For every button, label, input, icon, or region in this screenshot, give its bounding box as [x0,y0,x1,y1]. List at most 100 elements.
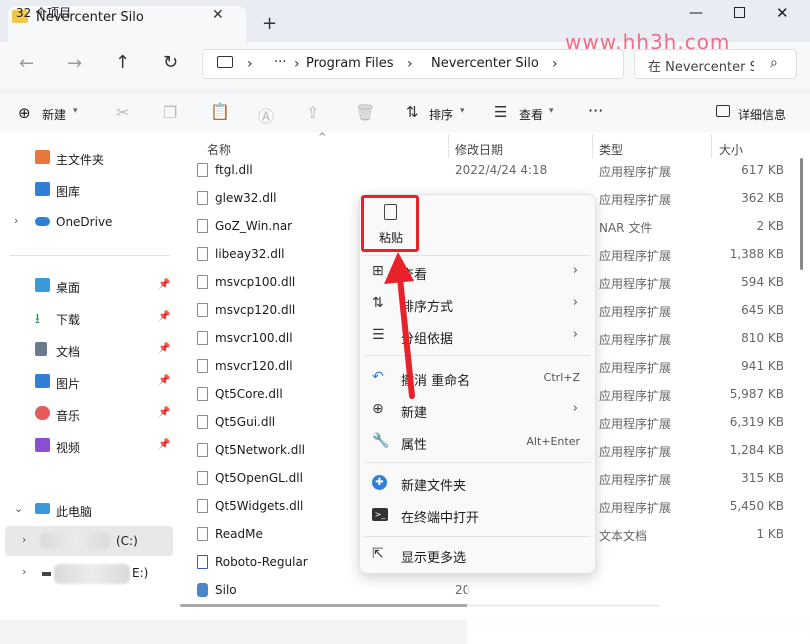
pin-icon[interactable]: 📌 [158,375,170,386]
menu-item-open-in-terminal[interactable]: >_ 在终端中打开 [364,500,590,530]
drive-icon [42,572,51,576]
sidebar-item-music[interactable]: 音乐 📌 [0,401,178,427]
chevron-down-icon[interactable]: ▾ [549,106,554,116]
chevron-down-icon[interactable]: ▾ [460,106,465,116]
sidebar-item-pictures[interactable]: 图片 📌 [0,369,178,395]
file-size: 5,450 KB [729,499,784,513]
vertical-scrollbar[interactable] [800,158,803,270]
drive-e-name-redacted[interactable] [54,564,130,584]
share-icon[interactable]: ⇪ [306,103,319,122]
column-divider[interactable] [592,134,593,158]
copy-icon[interactable]: ❐ [163,103,177,122]
delete-icon[interactable]: 🗑 [355,103,375,122]
view-icon: ☰ [494,103,508,121]
chevron-down-icon[interactable]: ⌄ [14,502,23,515]
sidebar-item-gallery[interactable]: 图库 [0,177,178,203]
forward-button[interactable]: → [67,53,82,74]
file-type: 应用程序扩展 [599,501,672,515]
watermark: www.hh3h.com [565,30,731,54]
more-options-button[interactable]: ··· [588,101,603,120]
file-row[interactable]: ftgl.dll 2022/4/24 4:18 应用程序扩展 617 KB [190,156,810,184]
paste-icon[interactable]: 📋 [210,102,230,121]
minimize-button[interactable]: — [689,5,703,21]
sidebar-item-desktop[interactable]: 桌面 📌 [0,273,178,299]
pin-icon[interactable]: 📌 [158,439,170,450]
file-icon [197,443,208,457]
address-bar[interactable] [202,49,624,79]
menu-item-new-folder[interactable]: ✚ 新建文件夹 [364,468,590,498]
chevron-right-icon[interactable]: › [22,565,26,578]
sidebar-item-documents[interactable]: 文档 📌 [0,337,178,363]
file-size: 617 KB [741,163,784,177]
sidebar-item-onedrive[interactable]: › OneDrive [0,209,178,235]
tab-close-icon[interactable]: ✕ [212,7,224,23]
file-type: 应用程序扩展 [599,305,672,319]
sidebar-item-this-pc[interactable]: ⌄ 此电脑 [0,497,178,523]
pin-icon[interactable]: 📌 [158,311,170,322]
chevron-down-icon[interactable]: ▾ [73,106,78,116]
chevron-right-icon[interactable]: › [22,533,26,546]
file-name: GoZ_Win.nar [215,219,293,233]
file-name: Qt5Widgets.dll [215,499,304,513]
file-size: 810 KB [741,331,784,345]
sidebar-item-home[interactable]: 主文件夹 [0,145,178,171]
chevron-right-icon[interactable]: › [14,214,18,227]
file-size: 1 KB [756,527,784,541]
chevron-right-icon[interactable]: › [294,56,300,72]
divider [10,255,170,256]
chevron-right-icon[interactable]: › [552,56,558,72]
details-button[interactable]: 详细信息 [738,106,786,123]
new-tab-button[interactable]: + [262,13,277,34]
file-size: 362 KB [741,191,784,205]
file-size: 941 KB [741,359,784,373]
file-date: 2022/4/24 4:18 [455,163,548,177]
breadcrumb-nevercenter-silo[interactable]: Nevercenter Silo [431,56,539,71]
column-divider[interactable] [711,134,712,158]
sort-icon: ⇅ [406,103,419,121]
file-name: glew32.dll [215,191,277,205]
file-type: 应用程序扩展 [599,389,672,403]
wrench-icon: 🔧 [372,433,390,449]
sort-button[interactable]: 排序 [429,106,453,123]
rename-icon[interactable]: Ⓐ [258,103,274,127]
menu-item-show-more-options[interactable]: ⇱ 显示更多选 [364,540,590,570]
view-button[interactable]: 查看 [519,106,543,123]
file-size: 5,987 KB [729,387,784,401]
file-type: NAR 文件 [599,221,653,235]
back-button[interactable]: ← [19,53,34,74]
cut-icon[interactable]: ✂ [116,103,129,122]
column-divider[interactable] [448,134,449,158]
close-window-button[interactable]: ✕ [776,4,789,22]
menu-item-label: 新建 [401,406,428,421]
refresh-button[interactable]: ↻ [163,52,178,73]
sidebar-item-label: 图片 [56,377,81,391]
videos-icon [35,438,50,452]
drive-e-label: E:) [132,566,149,580]
file-size: 315 KB [741,471,784,485]
sort-ascending-icon: ^ [318,132,327,143]
sidebar-item-videos[interactable]: 视频 📌 [0,433,178,459]
file-icon [197,303,208,317]
pictures-icon [35,374,50,388]
file-icon [197,191,208,205]
menu-item-properties[interactable]: 🔧 属性 Alt+Enter [364,427,590,457]
file-name: Roboto-Regular [215,555,308,569]
maximize-button[interactable] [734,7,745,18]
chevron-right-icon[interactable]: › [407,56,413,72]
pin-icon[interactable]: 📌 [158,279,170,290]
terminal-icon: >_ [372,508,388,521]
file-size: 594 KB [741,275,784,289]
chevron-right-icon[interactable]: › [247,56,253,72]
new-button[interactable]: 新建 [42,106,66,123]
file-name: msvcp100.dll [215,275,296,289]
pin-icon[interactable]: 📌 [158,343,170,354]
file-icon [197,415,208,429]
sidebar-item-downloads[interactable]: ⭳ 下载 📌 [0,305,178,331]
breadcrumb-program-files[interactable]: Program Files [306,56,394,71]
chevron-right-icon: › [572,295,578,310]
pin-icon[interactable]: 📌 [158,407,170,418]
breadcrumb-overflow[interactable]: ··· [274,55,286,70]
arrow-shaft [397,275,415,399]
sidebar-item-label: 视频 [56,441,81,455]
up-button[interactable]: ↑ [115,52,130,73]
